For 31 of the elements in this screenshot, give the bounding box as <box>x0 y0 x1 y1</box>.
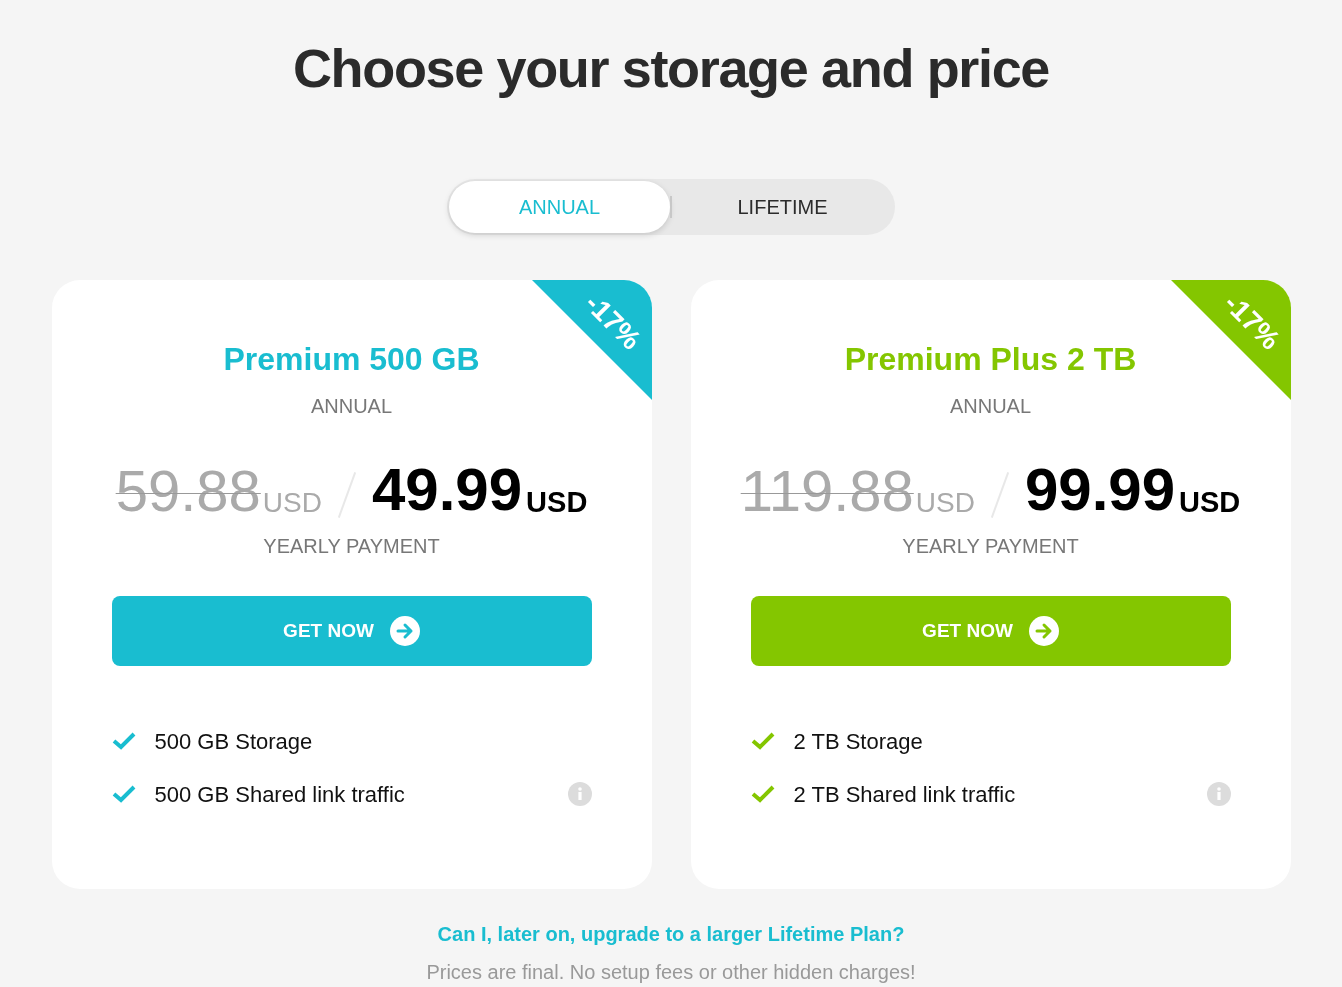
plan-name: Premium 500 GB <box>223 340 480 379</box>
feature-text: 2 TB Shared link traffic <box>793 780 1016 809</box>
billing-tab[interactable]: LIFETIME <box>672 181 893 233</box>
feature-text: 500 GB Shared link traffic <box>154 780 405 809</box>
check-icon <box>111 785 136 803</box>
currency: USD <box>1179 485 1241 520</box>
arrow-circle-icon <box>1028 616 1059 646</box>
currency: USD <box>526 485 588 520</box>
payment-note: YEARLY PAYMENT <box>902 534 1079 559</box>
info-icon[interactable] <box>567 782 592 806</box>
old-currency: USD <box>915 486 975 520</box>
info-icon[interactable] <box>1206 782 1231 806</box>
payment-note: YEARLY PAYMENT <box>263 534 440 559</box>
arrow-circle-icon <box>389 616 420 646</box>
check-icon <box>750 785 775 803</box>
plan-period: ANNUAL <box>310 394 393 419</box>
footnote: Prices are final. No setup fees or other hidden charges! <box>426 960 916 985</box>
faq-link[interactable]: Can I, later on, upgrade to a larger Lifetime Plan? <box>437 919 905 949</box>
price: 99.99 <box>1024 459 1176 521</box>
check-icon <box>750 732 775 750</box>
plan-period: ANNUAL <box>949 394 1032 419</box>
old-currency: USD <box>262 486 322 520</box>
price: 49.99 <box>371 459 523 521</box>
get-now-button[interactable]: GET NOW <box>111 596 592 666</box>
feature-text: 500 GB Storage <box>154 727 313 756</box>
get-now-button[interactable]: GET NOW <box>750 596 1231 666</box>
page-heading: Choose your storage and price <box>292 37 1049 100</box>
plan-name: Premium Plus 2 TB <box>844 340 1137 379</box>
billing-tab[interactable]: ANNUAL <box>449 181 670 233</box>
feature-text: 2 TB Storage <box>793 727 923 756</box>
check-icon <box>111 732 136 750</box>
